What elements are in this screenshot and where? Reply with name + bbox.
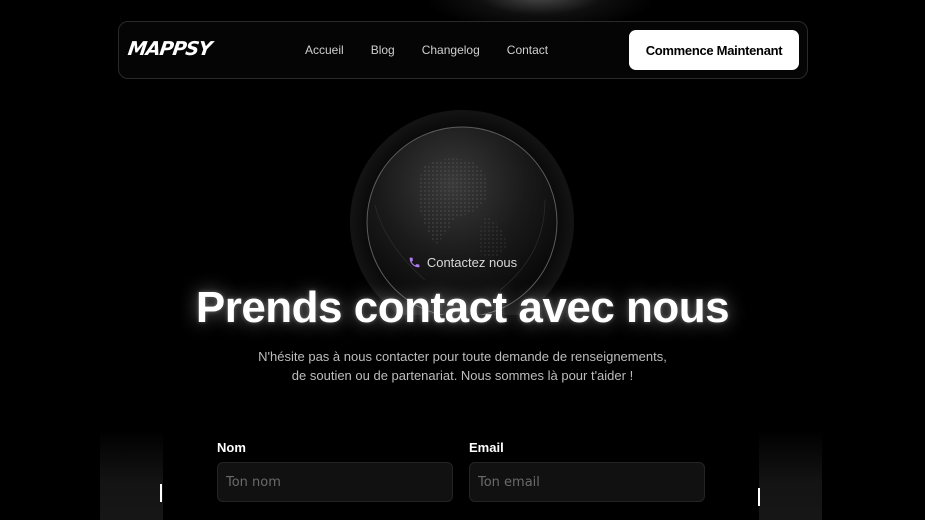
section-eyebrow: Contactez nous xyxy=(0,255,925,270)
nav-link-blog[interactable]: Blog xyxy=(371,43,395,57)
side-accent-left xyxy=(160,484,162,502)
get-started-button[interactable]: Commence Maintenant xyxy=(629,30,799,70)
phone-icon xyxy=(409,257,420,268)
nav-link-changelog[interactable]: Changelog xyxy=(422,43,480,57)
side-accent-right xyxy=(758,488,760,506)
page-subtitle: N'hésite pas à nous contacter pour toute… xyxy=(258,349,667,383)
navbar: MAPPSY Accueil Blog Changelog Contact Co… xyxy=(118,21,808,79)
side-decoration-left xyxy=(100,430,163,520)
brand-logo[interactable]: MAPPSY xyxy=(126,38,213,62)
email-input[interactable] xyxy=(469,462,705,502)
nav-link-accueil[interactable]: Accueil xyxy=(305,43,344,57)
name-field-label: Nom xyxy=(217,440,246,455)
eyebrow-label: Contactez nous xyxy=(426,255,518,270)
nav-link-contact[interactable]: Contact xyxy=(507,43,548,57)
nav-links: Accueil Blog Changelog Contact xyxy=(305,43,575,57)
name-input[interactable] xyxy=(217,462,453,502)
page-title: Prends contact avec nous xyxy=(195,283,730,332)
side-decoration-right xyxy=(759,430,822,520)
email-field-label: Email xyxy=(469,440,504,455)
